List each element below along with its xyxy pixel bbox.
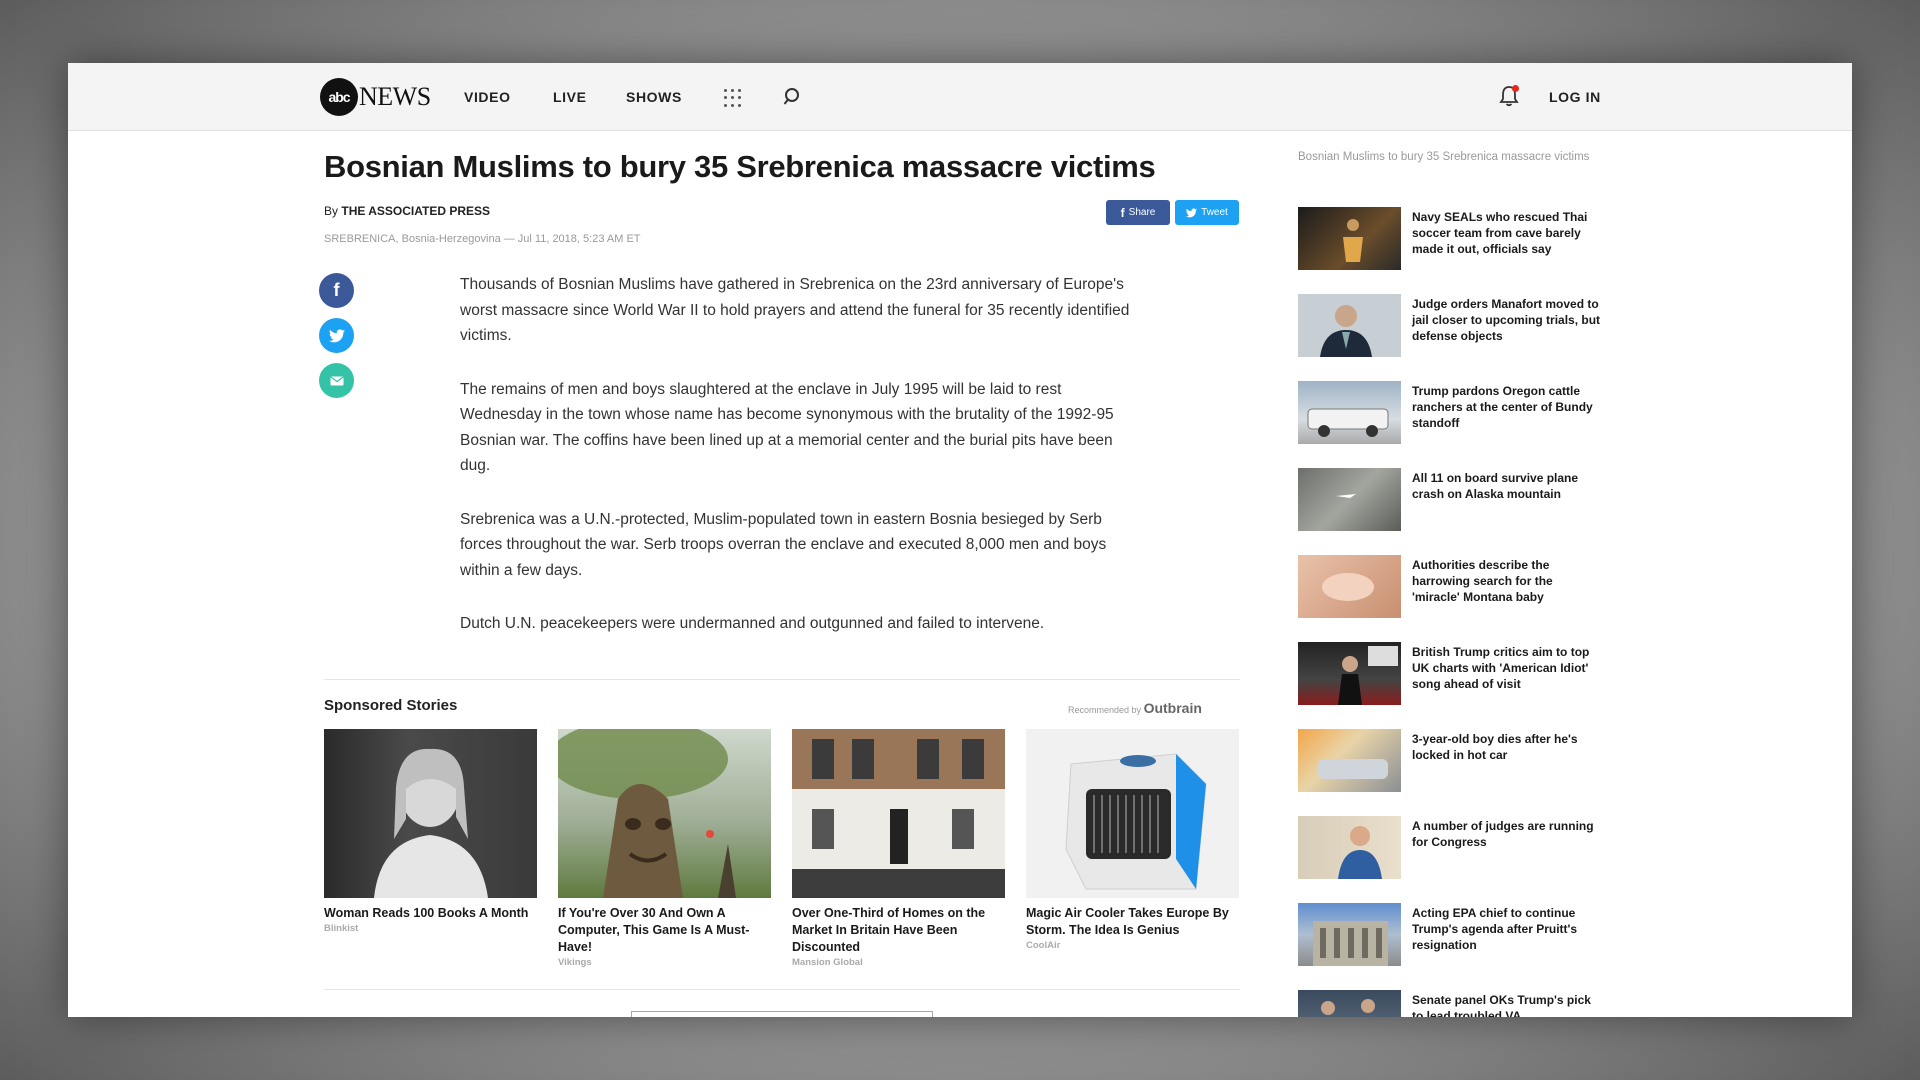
sponsored-card[interactable]: Over One-Third of Homes on the Market In… (792, 729, 1005, 968)
outbrain-attribution[interactable]: Recommended by Outbrain (1068, 700, 1202, 716)
outbrain-logo: Outbrain (1143, 700, 1202, 716)
sponsored-card-image (1026, 729, 1239, 898)
browser-page: abc NEWS VIDEO LIVE SHOWS LOG IN Bosnian… (68, 63, 1852, 1017)
sidebar-story[interactable]: 3-year-old boy dies after he's locked in… (1298, 729, 1608, 795)
search-icon[interactable] (783, 87, 803, 107)
story-thumbnail (1298, 903, 1401, 966)
sponsored-card-title: If You're Over 30 And Own A Computer, Th… (558, 906, 750, 954)
recommended-by-label: Recommended by (1068, 705, 1142, 715)
sponsored-card-source: Mansion Global (792, 957, 863, 968)
story-thumbnail (1298, 468, 1401, 531)
sidebar-story[interactable]: Trump pardons Oregon cattle ranchers at … (1298, 381, 1608, 447)
sponsored-card-image (558, 729, 771, 898)
sidebar-story-title: British Trump critics aim to top UK char… (1412, 645, 1590, 691)
tree-game-image (558, 729, 736, 898)
sponsored-stories-title: Sponsored Stories (324, 697, 458, 714)
nav-shows[interactable]: SHOWS (626, 89, 682, 105)
byline-author[interactable]: THE ASSOCIATED PRESS (341, 204, 490, 218)
share-label: Share (1128, 207, 1156, 218)
section-divider (324, 679, 1240, 680)
login-link[interactable]: LOG IN (1549, 89, 1601, 105)
email-circle-button[interactable] (319, 363, 354, 398)
sidebar-story-title: Acting EPA chief to continue Trump's age… (1412, 906, 1578, 952)
top-navigation-bar: abc NEWS VIDEO LIVE SHOWS LOG IN (68, 63, 1852, 131)
article-paragraph: Srebrenica was a U.N.-protected, Muslim-… (460, 510, 1107, 579)
section-divider (324, 989, 1240, 990)
sponsored-card-image (792, 729, 1005, 898)
sponsored-card-image (324, 729, 537, 898)
sidebar-story-title: All 11 on board survive plane crash on A… (1412, 471, 1579, 501)
sponsored-card-title: Over One-Third of Homes on the Market In… (792, 906, 986, 954)
story-thumbnail (1298, 207, 1401, 270)
twitter-circle-button[interactable] (319, 318, 354, 353)
sidebar-story[interactable]: British Trump critics aim to top UK char… (1298, 642, 1608, 708)
notification-dot (1512, 85, 1519, 92)
twitter-tweet-button[interactable]: Tweet (1175, 200, 1239, 225)
sidebar-story[interactable]: Senate panel OKs Trump's pick to lead tr… (1298, 990, 1608, 1017)
ad-slot-frame (631, 1011, 933, 1017)
sidebar-story[interactable]: All 11 on board survive plane crash on A… (1298, 468, 1608, 534)
sponsored-card-title: Woman Reads 100 Books A Month (324, 906, 529, 920)
article-paragraph: Thousands of Bosnian Muslims have gather… (460, 276, 1130, 344)
facebook-circle-button[interactable]: f (319, 273, 354, 308)
sidebar-story[interactable]: Acting EPA chief to continue Trump's age… (1298, 903, 1608, 969)
sidebar-story[interactable]: Judge orders Manafort moved to jail clos… (1298, 294, 1608, 360)
sidebar-story[interactable]: Authorities describe the harrowing searc… (1298, 555, 1608, 621)
article-body: Thousands of Bosnian Muslims have gather… (460, 272, 1142, 665)
envelope-icon (329, 375, 344, 385)
air-cooler-image (1065, 753, 1207, 890)
nav-live[interactable]: LIVE (553, 89, 587, 105)
byline: By THE ASSOCIATED PRESS (324, 204, 490, 218)
sidebar-heading: Bosnian Muslims to bury 35 Srebrenica ma… (1298, 151, 1590, 163)
nav-video[interactable]: VIDEO (464, 89, 511, 105)
story-thumbnail (1298, 642, 1401, 705)
byline-prefix: By (324, 204, 339, 218)
sidebar-story-title: Authorities describe the harrowing searc… (1412, 558, 1553, 604)
sidebar-story[interactable]: A number of judges are running for Congr… (1298, 816, 1608, 882)
story-thumbnail (1298, 990, 1401, 1017)
abc-logo-circle: abc (320, 78, 358, 116)
tweet-label: Tweet (1201, 207, 1228, 218)
dateline: SREBRENICA, Bosnia-Herzegovina — Jul 11,… (324, 233, 641, 245)
sponsored-card-source: CoolAir (1026, 940, 1061, 951)
story-thumbnail (1298, 555, 1401, 618)
sponsored-card[interactable]: Woman Reads 100 Books A Month Blinkist (324, 729, 537, 934)
sidebar-story-title: Judge orders Manafort moved to jail clos… (1412, 297, 1601, 343)
article-paragraph: The remains of men and boys slaughtered … (460, 380, 1114, 475)
facebook-share-button[interactable]: f Share (1106, 200, 1170, 225)
sponsored-card-title: Magic Air Cooler Takes Europe By Storm. … (1026, 906, 1229, 937)
sidebar-story-title: Trump pardons Oregon cattle ranchers at … (1412, 384, 1593, 430)
sidebar-story-title: A number of judges are running for Congr… (1412, 819, 1594, 849)
sponsored-card-source: Vikings (558, 957, 592, 968)
london-townhouse-image (792, 729, 1005, 898)
story-thumbnail (1298, 381, 1401, 444)
sidebar-story-title: Navy SEALs who rescued Thai soccer team … (1412, 210, 1588, 256)
sponsored-card[interactable]: Magic Air Cooler Takes Europe By Storm. … (1026, 729, 1239, 951)
twitter-bird-icon (1186, 207, 1198, 217)
facebook-icon: f (333, 280, 340, 300)
sidebar-story-title: Senate panel OKs Trump's pick to lead tr… (1412, 993, 1591, 1017)
story-thumbnail (1298, 816, 1401, 879)
twitter-bird-icon (328, 328, 345, 342)
sidebar-story[interactable]: Navy SEALs who rescued Thai soccer team … (1298, 207, 1608, 273)
sidebar-story-title: 3-year-old boy dies after he's locked in… (1412, 732, 1578, 762)
article-paragraph: Dutch U.N. peacekeepers were undermanned… (460, 615, 1045, 632)
menu-grid-icon[interactable] (724, 89, 742, 107)
article-headline: Bosnian Muslims to bury 35 Srebrenica ma… (324, 149, 1156, 184)
story-thumbnail (1298, 294, 1401, 357)
abc-news-logo[interactable]: abc NEWS (320, 78, 431, 116)
woman-portrait-image (374, 748, 488, 898)
sponsored-card[interactable]: If You're Over 30 And Own A Computer, Th… (558, 729, 771, 968)
facebook-icon: f (1120, 205, 1125, 220)
sponsored-card-source: Blinkist (324, 923, 359, 934)
story-thumbnail (1298, 729, 1401, 792)
news-wordmark: NEWS (359, 82, 431, 111)
